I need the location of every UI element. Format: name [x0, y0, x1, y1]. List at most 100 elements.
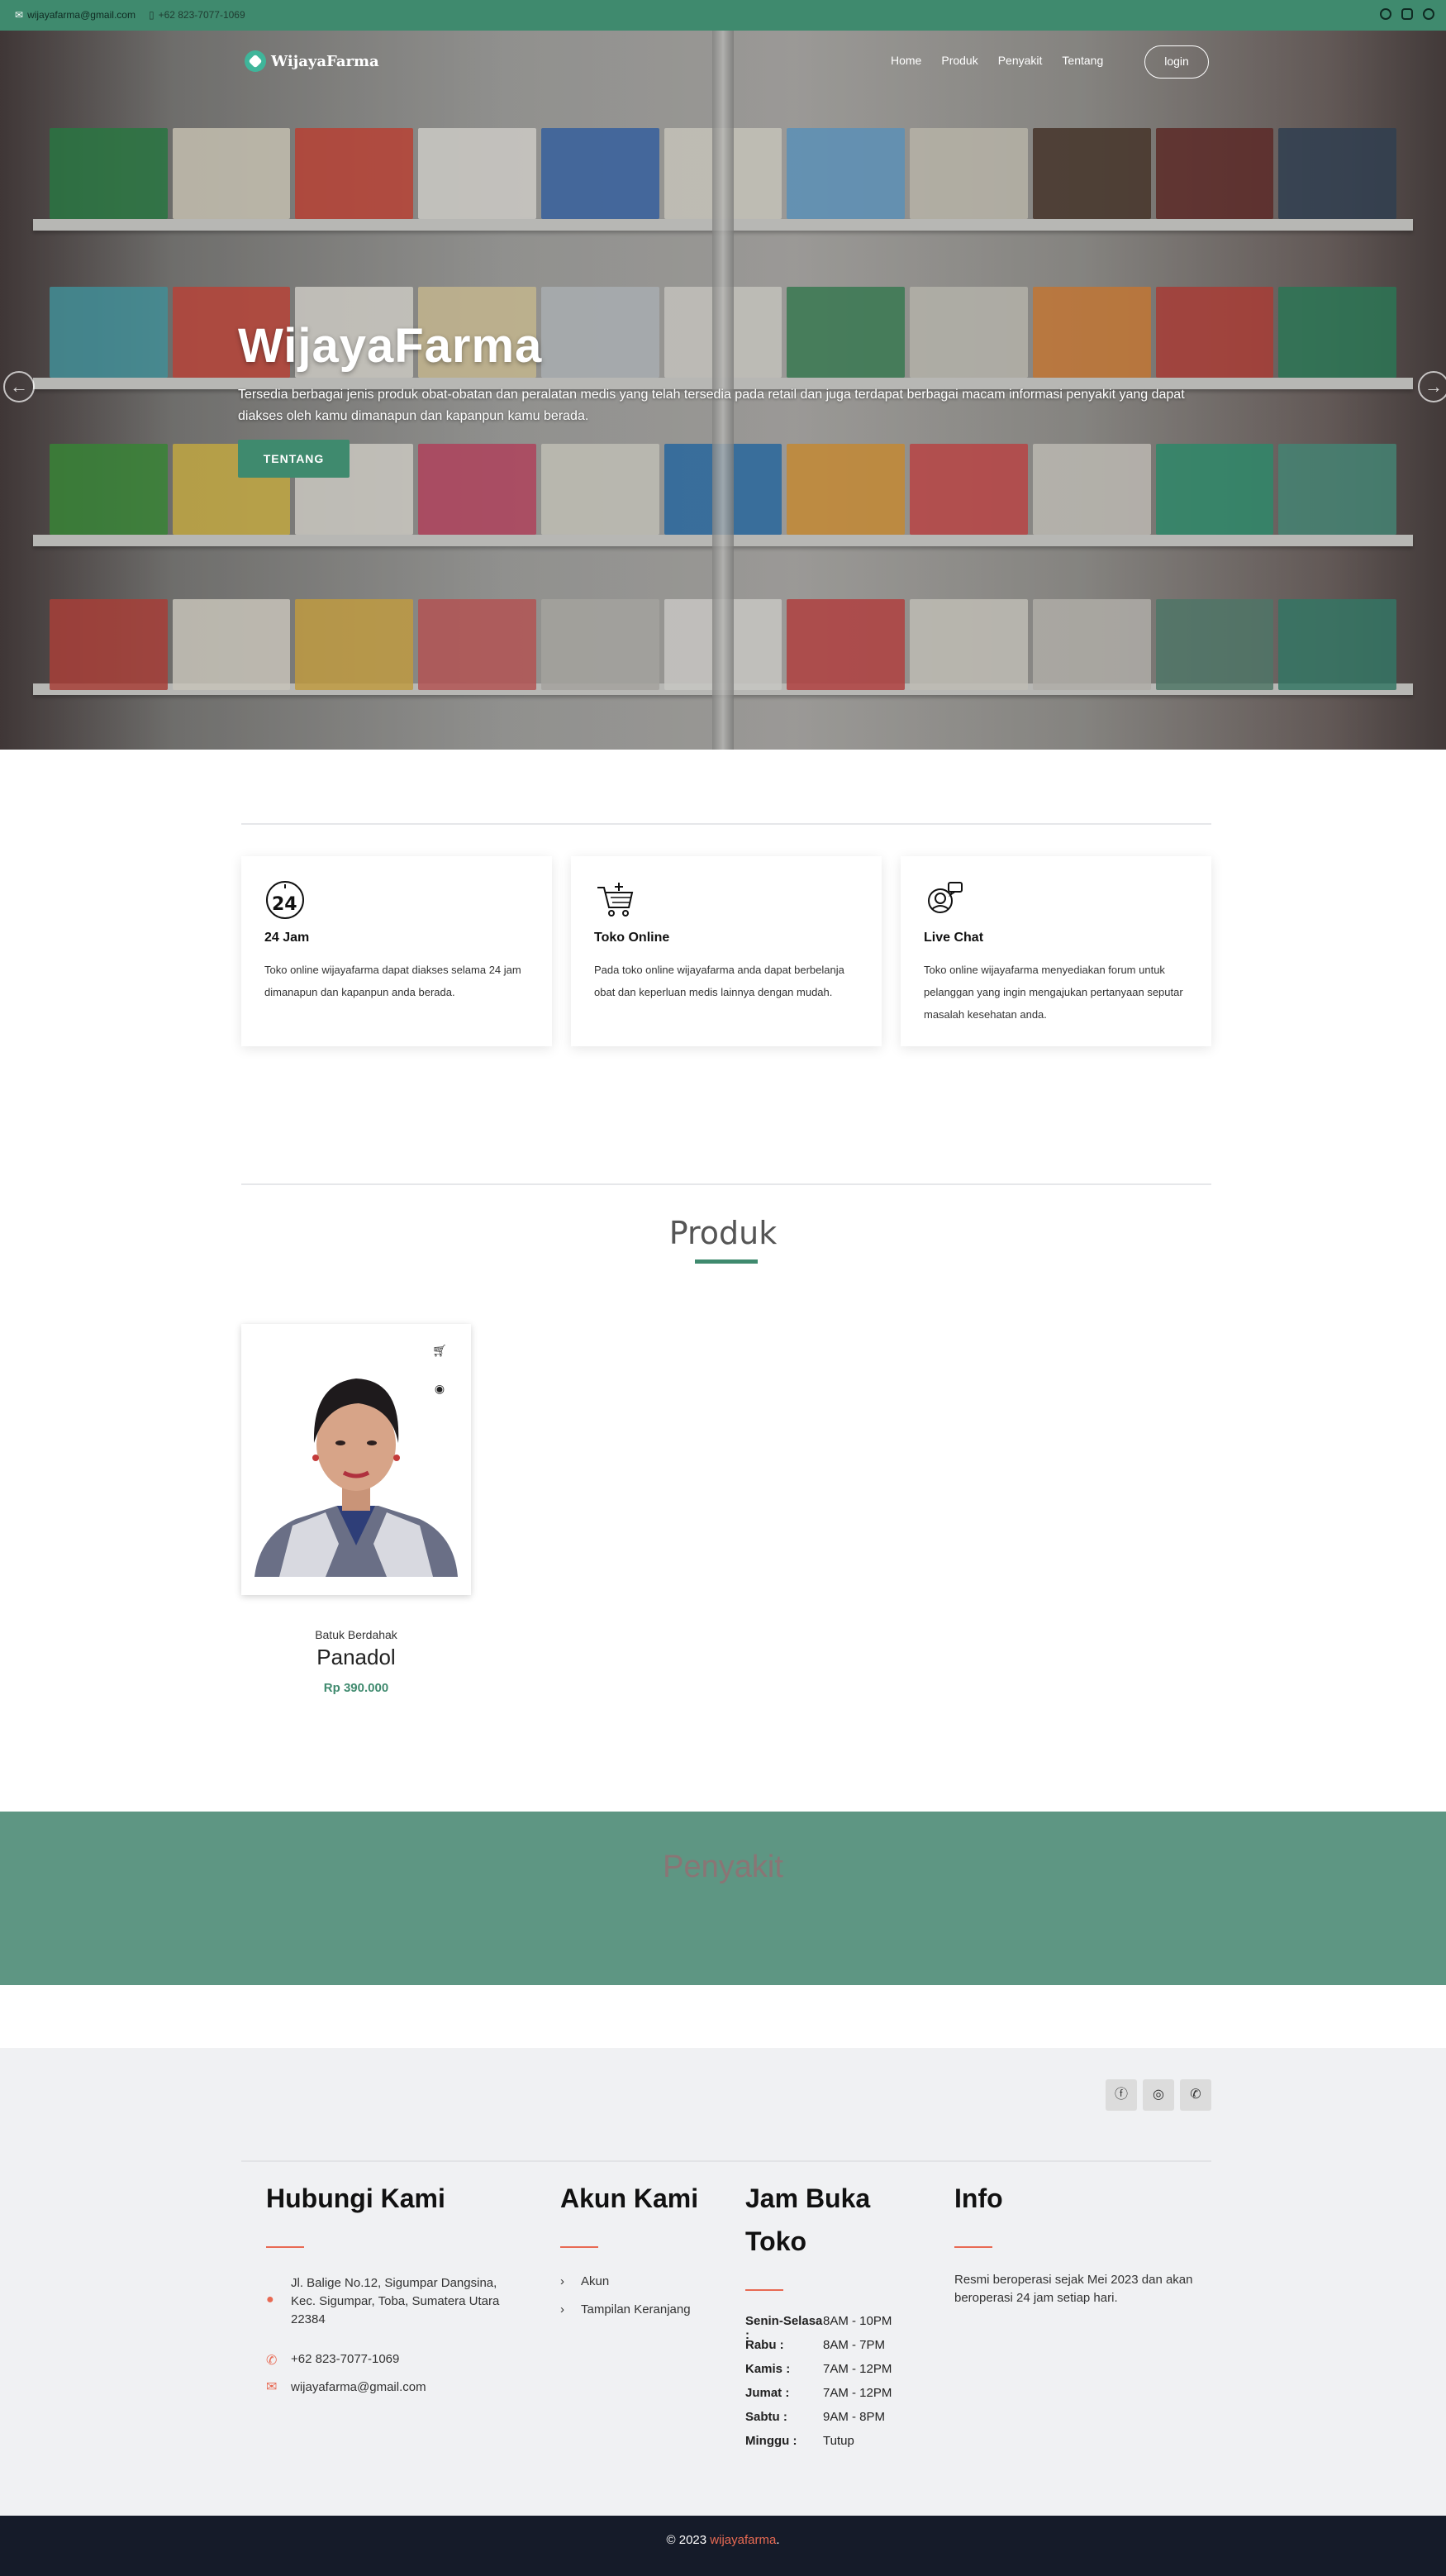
svg-text:24: 24 — [272, 894, 297, 915]
navbar: WijayaFarma Home Produk Penyakit Tentang… — [0, 31, 1446, 97]
produk-section-title: Produk — [668, 1215, 778, 1251]
account-heading: Akun Kami — [560, 2183, 699, 2213]
copyright-brand-link[interactable]: wijayafarma — [710, 2533, 776, 2547]
hours-time: 8AM - 10PM — [823, 2314, 892, 2328]
footer: ⓕ ◎ ✆ Hubungi Kami ● Jl. Balige No.12, S… — [0, 2048, 1446, 2516]
heading-underline — [954, 2246, 992, 2248]
feature-title: 24 Jam — [264, 931, 310, 945]
top-phone[interactable]: ▯ +62 823-7077-1069 — [149, 9, 245, 21]
live-chat-icon — [928, 882, 963, 913]
footer-link-akun[interactable]: Akun — [581, 2273, 609, 2291]
heading-underline — [745, 2289, 783, 2291]
hours-day: Kamis : — [745, 2362, 791, 2376]
chevron-right-icon: › — [560, 2302, 564, 2316]
slider-prev-button[interactable]: ← — [3, 371, 35, 402]
section-divider — [241, 823, 1211, 825]
product-card[interactable]: 🛒︎ ◉ — [241, 1324, 471, 1595]
nav-item-penyakit[interactable]: Penyakit — [998, 54, 1043, 67]
feature-card: 24 24 Jam Toko online wijayafarma dapat … — [241, 856, 552, 1046]
contact-heading: Hubungi Kami — [266, 2183, 445, 2213]
product-category: Batuk Berdahak — [315, 1628, 397, 1641]
feature-title: Live Chat — [924, 931, 984, 945]
contact-address: Jl. Balige No.12, Sigumpar Dangsina, Kec… — [291, 2276, 500, 2326]
mail-icon: ✉ — [15, 9, 24, 21]
top-contact: ✉ wijayafarma@gmail.com ▯ +62 823-7077-1… — [15, 9, 245, 21]
hours-day: Senin-Selasa : — [745, 2314, 823, 2342]
heading-underline — [560, 2246, 598, 2248]
facebook-icon[interactable] — [1380, 8, 1391, 20]
hours-row: Minggu : Tutup — [745, 2434, 892, 2458]
add-to-cart-icon[interactable]: 🛒︎ — [431, 1344, 448, 1360]
phone-icon: ✆ — [266, 2354, 278, 2368]
product-name[interactable]: Panadol — [241, 1645, 471, 1670]
info-heading: Info — [954, 2183, 1003, 2213]
product-price: Rp 390.000 — [323, 1681, 389, 1695]
feature-title: Toko Online — [594, 931, 670, 945]
main-menu: Home Produk Penyakit Tentang — [891, 54, 1103, 67]
copyright-suffix: . — [776, 2533, 780, 2547]
top-phone-text: +62 823-7077-1069 — [158, 9, 245, 21]
copyright-prefix: © 2023 — [666, 2533, 711, 2547]
feature-text: Pada toko online wijayafarma anda dapat … — [594, 964, 844, 998]
top-bar: ✉ wijayafarma@gmail.com ▯ +62 823-7077-1… — [0, 0, 1446, 31]
hours-time: 7AM - 12PM — [823, 2362, 892, 2376]
hours-day: Sabtu : — [745, 2410, 787, 2424]
brand-logo[interactable]: WijayaFarma — [245, 50, 379, 72]
hero-description: Tersedia berbagai jenis produk obat-obat… — [238, 388, 1185, 423]
copyright-bar: © 2023 wijayafarma. — [0, 2516, 1446, 2576]
chevron-right-icon: › — [560, 2274, 564, 2288]
hours-time: 8AM - 7PM — [823, 2338, 886, 2352]
nav-item-produk[interactable]: Produk — [941, 54, 977, 67]
whatsapp-icon[interactable] — [1423, 8, 1434, 20]
hours-day: Rabu : — [745, 2338, 784, 2352]
section-divider — [241, 1183, 1211, 1185]
nav-item-home[interactable]: Home — [891, 54, 921, 67]
login-button[interactable]: login — [1144, 45, 1209, 79]
feature-text: Toko online wijayafarma dapat diakses se… — [264, 964, 521, 998]
mobile-icon: ▯ — [148, 9, 155, 21]
penyakit-section: Penyakit — [0, 1812, 1446, 1985]
shopping-cart-icon — [597, 883, 634, 917]
tentang-button[interactable]: TENTANG — [238, 440, 350, 478]
hours-row: Rabu : 8AM - 7PM — [745, 2338, 892, 2362]
brand-name: WijayaFarma — [271, 52, 379, 70]
feature-card: Live Chat Toko online wijayafarma menyed… — [901, 856, 1211, 1046]
hours-day: Jumat : — [745, 2386, 790, 2400]
hours-row: Senin-Selasa :8AM - 10PM — [745, 2314, 892, 2342]
product-image — [246, 1329, 466, 1577]
footer-link-keranjang[interactable]: Tampilan Keranjang — [581, 2301, 691, 2319]
hours-time: Tutup — [823, 2434, 854, 2448]
title-underline — [695, 1259, 758, 1264]
hours-table: Senin-Selasa :8AM - 10PM Rabu : 8AM - 7PM… — [745, 2314, 892, 2458]
hours-heading: Jam Buka Toko — [745, 2183, 871, 2256]
clock-24-icon: 24 — [266, 881, 304, 919]
hours-day: Minggu : — [745, 2434, 797, 2448]
hours-row: Jumat : 7AM - 12PM — [745, 2386, 892, 2410]
heading-underline — [266, 2246, 304, 2248]
top-email[interactable]: ✉ wijayafarma@gmail.com — [15, 9, 136, 21]
info-text: Resmi beroperasi sejak Mei 2023 dan akan… — [954, 2273, 1193, 2305]
instagram-icon[interactable] — [1401, 8, 1413, 20]
hours-row: Sabtu : 9AM - 8PM — [745, 2410, 892, 2434]
penyakit-section-title: Penyakit — [663, 1850, 783, 1884]
hero-title: WijayaFarma — [238, 319, 543, 373]
heart-pulse-icon — [245, 50, 266, 72]
feature-text: Toko online wijayafarma menyediakan foru… — [924, 964, 1183, 1021]
whatsapp-icon[interactable]: ✆ — [1180, 2079, 1211, 2111]
top-socials — [1380, 8, 1434, 20]
hours-time: 9AM - 8PM — [823, 2410, 886, 2424]
feature-card: Toko Online Pada toko online wijayafarma… — [571, 856, 882, 1046]
contact-phone[interactable]: +62 823-7077-1069 — [291, 2350, 399, 2369]
facebook-icon[interactable]: ⓕ — [1106, 2079, 1137, 2111]
slider-next-button[interactable]: → — [1418, 371, 1446, 402]
hours-time: 7AM - 12PM — [823, 2386, 892, 2400]
footer-divider — [241, 2160, 1211, 2162]
nav-item-tentang[interactable]: Tentang — [1062, 54, 1103, 67]
top-email-text: wijayafarma@gmail.com — [27, 9, 136, 21]
quick-view-eye-icon[interactable]: ◉ — [431, 1382, 448, 1398]
hero-slider: ← → WijayaFarma Tersedia berbagai jenis … — [0, 31, 1446, 750]
contact-email[interactable]: wijayafarma@gmail.com — [291, 2378, 426, 2397]
hours-row: Kamis : 7AM - 12PM — [745, 2362, 892, 2386]
location-pin-icon: ● — [266, 2293, 274, 2307]
instagram-icon[interactable]: ◎ — [1143, 2079, 1174, 2111]
